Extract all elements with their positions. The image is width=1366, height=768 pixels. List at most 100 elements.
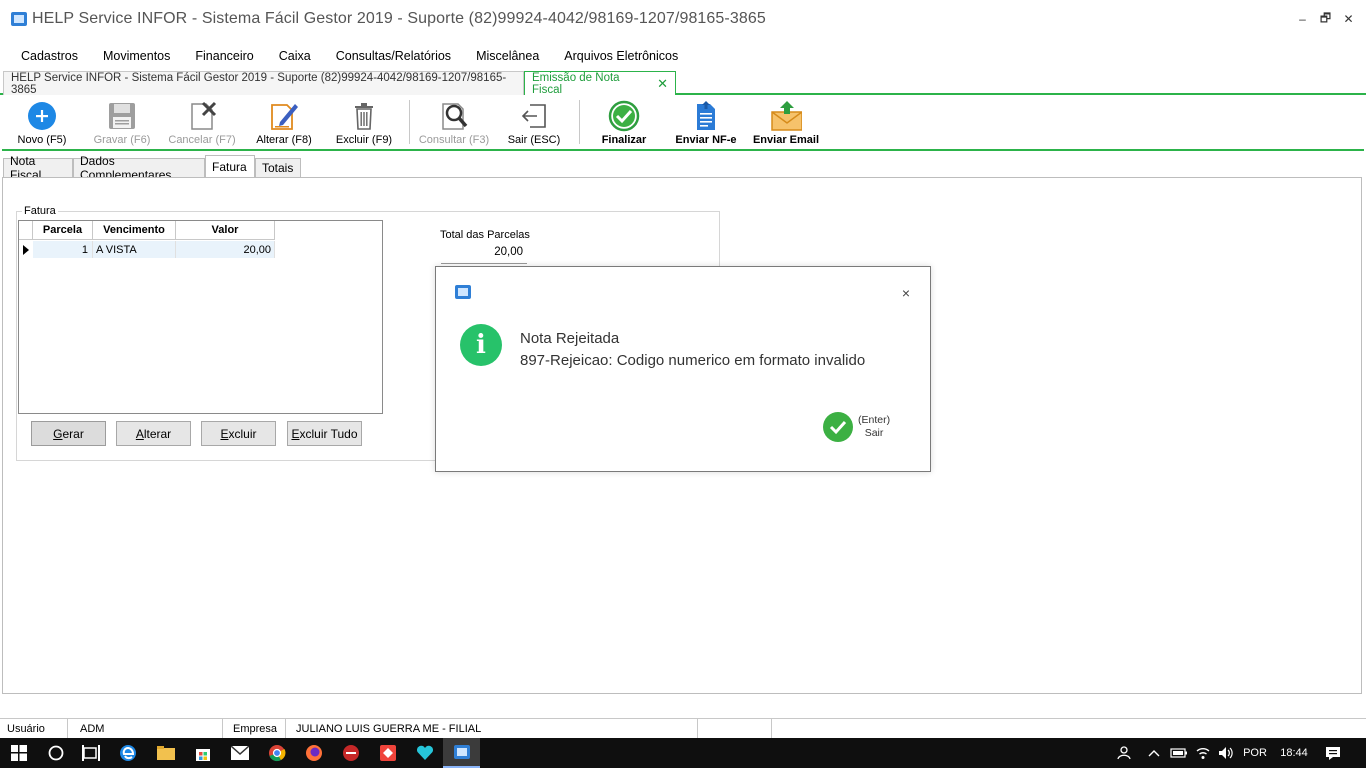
excluir-tudo-mnemonic: E xyxy=(291,426,300,441)
status-empresa-label: Empresa xyxy=(226,719,286,739)
volume-icon[interactable] xyxy=(1214,738,1238,768)
status-empresa-value: JULIANO LUIS GUERRA ME - FILIAL xyxy=(289,719,698,739)
column-header-valor[interactable]: Valor xyxy=(176,221,275,240)
toolbar-separator xyxy=(409,100,410,144)
people-icon[interactable] xyxy=(1112,738,1136,768)
document-search-icon xyxy=(438,100,470,132)
cell-parcela[interactable]: 1 xyxy=(33,241,93,258)
cancelar-label: Cancelar (F7) xyxy=(168,134,236,146)
finalizar-button[interactable]: Finalizar xyxy=(584,100,664,148)
menu-movimentos[interactable]: Movimentos xyxy=(95,49,178,63)
excluir-parcela-label: xcluir xyxy=(228,426,257,441)
dialog-close-icon[interactable]: × xyxy=(902,285,910,301)
dialog-ok-label: Sair xyxy=(864,427,884,439)
gerar-label: erar xyxy=(62,426,84,441)
restore-button[interactable]: 🗗 xyxy=(1314,0,1337,38)
minimize-button[interactable]: – xyxy=(1291,0,1314,38)
chrome-icon[interactable] xyxy=(258,738,295,768)
notifications-icon[interactable] xyxy=(1320,738,1346,768)
total-parcelas-label: Total das Parcelas xyxy=(440,229,530,241)
doc-tab-emissao-nf[interactable]: Emissão de Nota Fiscal ✕ xyxy=(524,71,676,96)
tab-dados-complementares[interactable]: Dados Complementares xyxy=(73,154,205,182)
status-panel-extra xyxy=(698,719,772,739)
cancelar-button[interactable]: Cancelar (F7) xyxy=(162,100,242,148)
anydesk-icon[interactable] xyxy=(369,738,406,768)
tab-totais[interactable]: Totais xyxy=(255,158,301,178)
gerar-button[interactable]: Gerar xyxy=(31,421,106,446)
excluir-tudo-button[interactable]: Excluir Tudo xyxy=(287,421,362,446)
window-title: HELP Service INFOR - Sistema Fácil Gesto… xyxy=(32,10,766,27)
edge-browser-icon[interactable] xyxy=(109,738,146,768)
enviar-email-label: Enviar Email xyxy=(752,134,820,146)
wifi-icon[interactable] xyxy=(1192,738,1214,768)
toolbar-separator xyxy=(579,100,580,144)
status-usuario-value: ADM xyxy=(73,719,223,739)
floppy-disk-icon xyxy=(106,100,138,132)
menu-miscelanea[interactable]: Miscelânea xyxy=(468,49,547,63)
consultar-button[interactable]: Consultar (F3) xyxy=(414,100,494,148)
close-tab-icon[interactable]: ✕ xyxy=(657,76,668,92)
chevron-up-icon[interactable] xyxy=(1144,738,1164,768)
exit-icon xyxy=(518,100,550,132)
excluir-tudo-label: xcluir Tudo xyxy=(299,426,358,441)
menu-caixa[interactable]: Caixa xyxy=(271,49,319,63)
mail-icon[interactable] xyxy=(221,738,258,768)
parcelas-grid[interactable]: Parcela Vencimento Valor 1 A VISTA 20,00 xyxy=(18,220,383,414)
sair-button[interactable]: Sair (ESC) xyxy=(494,100,574,148)
doc-tab-home[interactable]: HELP Service INFOR - Sistema Fácil Gesto… xyxy=(3,71,524,96)
cell-vencimento[interactable]: A VISTA xyxy=(93,241,176,258)
file-explorer-icon[interactable] xyxy=(147,738,184,768)
fatura-group-label: Fatura xyxy=(22,205,58,217)
dx-app-icon[interactable] xyxy=(332,738,369,768)
finalizar-label: Finalizar xyxy=(601,134,647,146)
document-upload-icon xyxy=(690,100,722,132)
help-service-app-icon[interactable] xyxy=(443,738,480,768)
battery-icon[interactable] xyxy=(1168,738,1190,768)
excluir-parcela-button[interactable]: Excluir xyxy=(201,421,276,446)
excluir-button[interactable]: Excluir (F9) xyxy=(324,100,404,148)
dialog-sair-button[interactable]: (Enter) Sair xyxy=(823,412,890,442)
status-usuario-label: Usuário xyxy=(0,719,68,739)
dialog-sair-label: (Enter) Sair xyxy=(858,414,890,440)
enviar-nfe-label: Enviar NF-e xyxy=(675,134,737,146)
dialog-title: Nota Rejeitada xyxy=(520,330,620,347)
alterar-button[interactable]: Alterar (F8) xyxy=(244,100,324,148)
column-header-vencimento[interactable]: Vencimento xyxy=(93,221,176,240)
row-indicator-icon xyxy=(19,241,33,258)
tab-nota-fiscal[interactable]: Nota Fiscal xyxy=(3,154,73,182)
alterar-mnemonic: A xyxy=(135,426,144,441)
envelope-upload-icon xyxy=(770,100,802,132)
cell-valor[interactable]: 20,00 xyxy=(176,241,275,258)
grid-indicator-header xyxy=(19,221,33,240)
excluir-mnemonic: E xyxy=(220,426,229,441)
menu-arquivos-eletronicos[interactable]: Arquivos Eletrônicos xyxy=(556,49,686,63)
alterar-parcela-button[interactable]: Alterar xyxy=(116,421,191,446)
clock[interactable]: 18:44 xyxy=(1274,738,1314,768)
gravar-label: Gravar (F6) xyxy=(93,134,151,146)
total-parcelas-value: 20,00 xyxy=(441,246,527,264)
task-view-icon[interactable] xyxy=(72,738,109,768)
close-window-button[interactable]: ✕ xyxy=(1337,0,1360,38)
language-indicator[interactable]: POR xyxy=(1240,738,1270,768)
windows-start-icon[interactable] xyxy=(0,738,37,768)
firefox-icon[interactable] xyxy=(295,738,332,768)
heart-app-icon[interactable] xyxy=(406,738,443,768)
menu-consultas-relatorios[interactable]: Consultas/Relatórios xyxy=(328,49,459,63)
enviar-nfe-button[interactable]: Enviar NF-e xyxy=(666,100,746,148)
gravar-button[interactable]: Gravar (F6) xyxy=(82,100,162,148)
trash-icon xyxy=(348,100,380,132)
enviar-email-button[interactable]: Enviar Email xyxy=(746,100,826,148)
menu-cadastros[interactable]: Cadastros xyxy=(13,49,86,63)
novo-button[interactable]: Novo (F5) xyxy=(2,100,82,148)
window-controls: – 🗗 ✕ xyxy=(1291,0,1366,38)
taskbar: POR 18:44 xyxy=(0,738,1366,768)
menu-bar: Cadastros Movimentos Financeiro Caixa Co… xyxy=(0,44,695,68)
alterar-parcela-label: lterar xyxy=(143,426,172,441)
menu-financeiro[interactable]: Financeiro xyxy=(187,49,261,63)
store-icon[interactable] xyxy=(184,738,221,768)
search-icon[interactable] xyxy=(37,738,74,768)
tab-fatura[interactable]: Fatura xyxy=(205,155,255,178)
document-edit-icon xyxy=(268,100,300,132)
column-header-parcela[interactable]: Parcela xyxy=(33,221,93,240)
tab-fatura-label: Fatura xyxy=(212,160,247,174)
